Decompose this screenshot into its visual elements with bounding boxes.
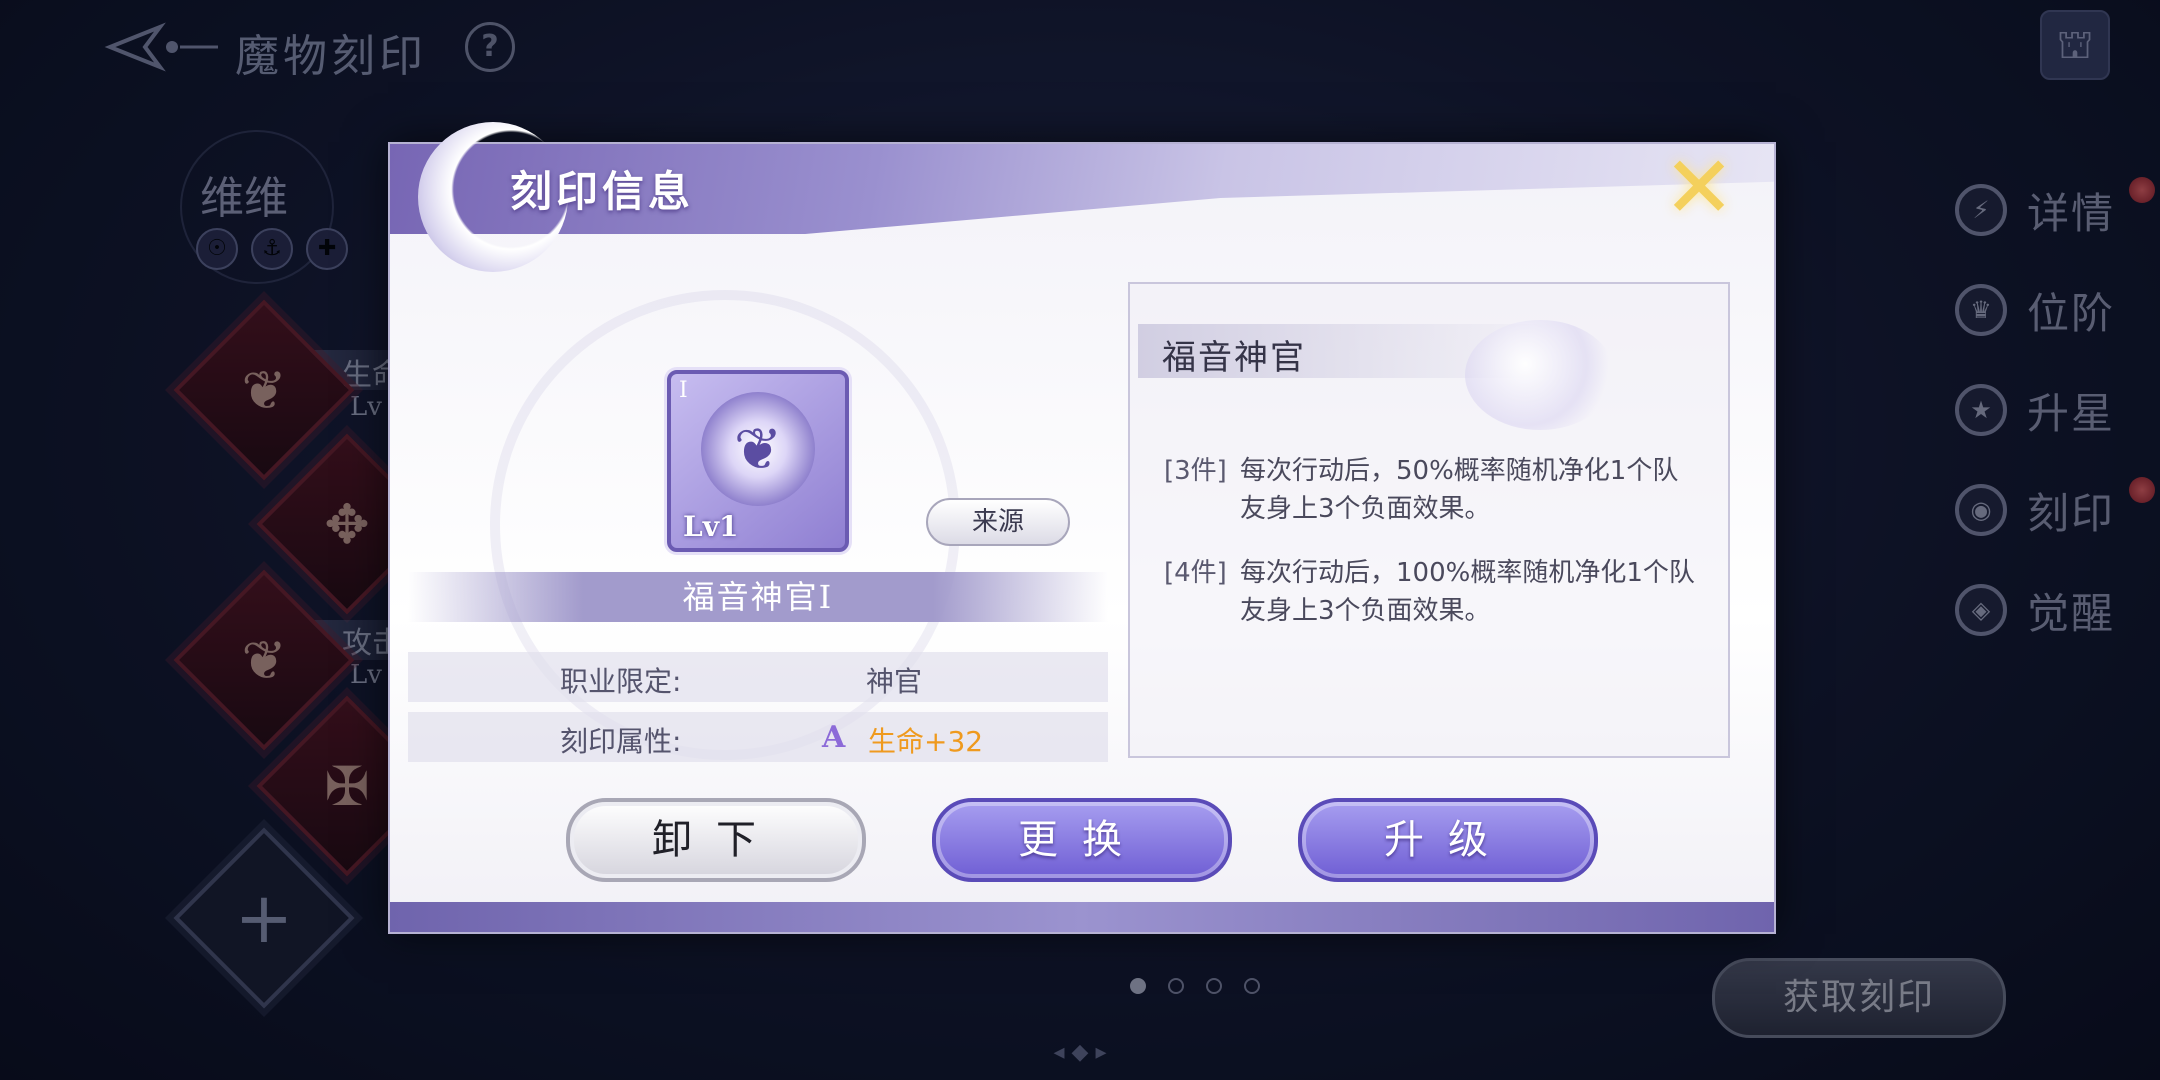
close-button[interactable]: ✕ [1663,145,1735,231]
set-effect-text: 每次行动后，50%概率随机净化1个队友身上3个负面效果。 [1240,456,1679,524]
rune-level: Lv1 [683,510,739,543]
set-effect-tag: [3件] [1164,456,1227,486]
set-effect-3: [3件] 每次行动后，50%概率随机净化1个队友身上3个负面效果。 [1164,452,1704,528]
rune-name: 福音神官I [682,578,834,616]
rune-card[interactable]: I ❦ Lv1 [667,370,849,552]
attribute-label: 刻印属性: [560,725,682,758]
dialog-footer-band [390,902,1774,932]
rune-emblem-icon: ❦ [701,392,815,506]
job-value: 神官 [866,665,923,698]
source-button[interactable]: 来源 [926,498,1070,546]
attribute-row [408,712,1108,762]
rune-tier: I [679,378,688,403]
unequip-button[interactable]: 卸下 [566,798,866,882]
set-effect-4: [4件] 每次行动后，100%概率随机净化1个队友身上3个负面效果。 [1164,554,1704,630]
crystal-decoration-icon [1465,320,1615,430]
set-effect-tag: [4件] [1164,558,1227,588]
upgrade-button[interactable]: 升级 [1298,798,1598,882]
job-label: 职业限定: [560,665,682,698]
set-name: 福音神官 [1162,338,1306,378]
replace-button[interactable]: 更换 [932,798,1232,882]
dialog-title: 刻印信息 [510,167,695,216]
set-effect-text: 每次行动后，100%概率随机净化1个队友身上3个负面效果。 [1240,558,1695,626]
attribute-value: 生命+32 [868,725,984,758]
job-row [408,652,1108,702]
attribute-rank-icon: A [822,720,846,755]
